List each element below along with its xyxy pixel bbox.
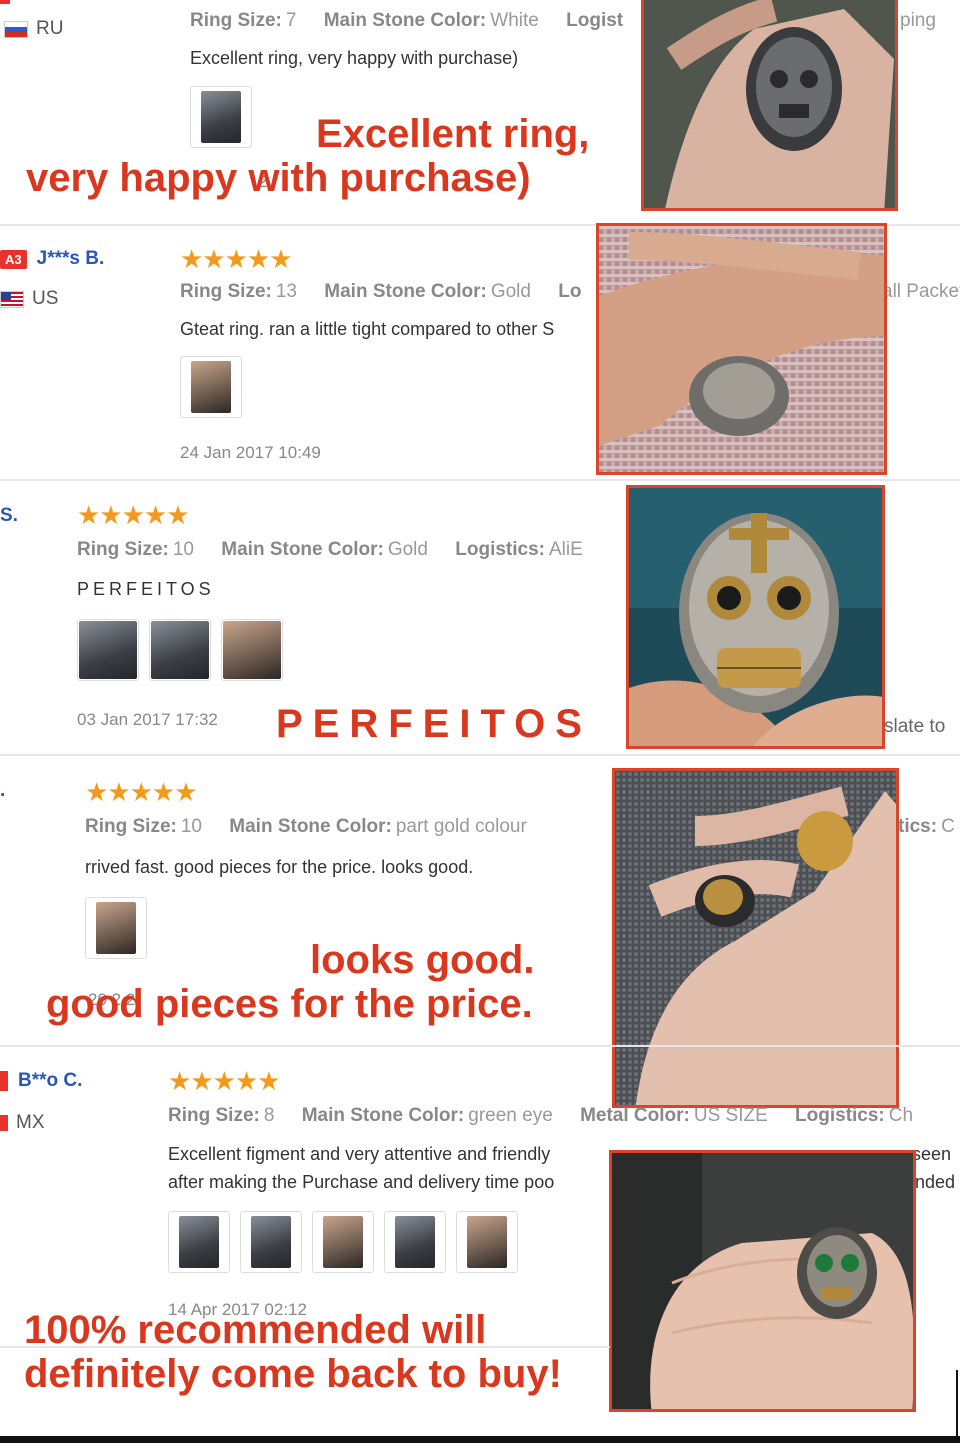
flag-ru-icon [4, 20, 28, 38]
level-badge: A3 [0, 249, 27, 269]
ring-photo-hand [612, 768, 899, 1108]
review-photo-thumbnail[interactable] [221, 619, 283, 681]
review-thumbnails [168, 1211, 518, 1273]
ring-photo-hand [596, 223, 887, 475]
review-divider [0, 1346, 610, 1348]
badge-fragment [0, 0, 10, 4]
ring-photo-hand [641, 0, 898, 211]
promo-caption-line: 100% recommended will [24, 1308, 487, 1352]
reviewer-name[interactable]: A3 J***s B. [0, 248, 104, 270]
review-thumbnails [85, 897, 147, 959]
logistics-label: tics: C [898, 816, 955, 837]
review-photo-thumbnail[interactable] [190, 86, 252, 148]
promo-caption-line: good pieces for the price. [46, 982, 533, 1026]
promo-caption-line: looks good. [310, 938, 535, 982]
review-text: Gteat ring. ran a little tight compared … [180, 319, 555, 339]
review-thumbnails [180, 356, 242, 418]
review-photo-thumbnail[interactable] [149, 619, 211, 681]
review-photo-thumbnail[interactable] [384, 1211, 446, 1273]
review-text: Excellent ring, very happy with purchase… [190, 48, 519, 68]
ring-photo-fist [609, 1150, 916, 1412]
bottom-edge-mark [956, 1370, 958, 1440]
reviewer-country: MX [0, 1112, 45, 1134]
reviewer-name[interactable]: S. [0, 505, 18, 527]
review-thumbnails [77, 619, 283, 681]
review-photo-thumbnail[interactable] [312, 1211, 374, 1273]
review-thumbnails [190, 86, 252, 148]
translate-link[interactable]: slate to [884, 716, 945, 738]
review-text-line-end: seen [912, 1144, 952, 1164]
flag-us-icon [0, 290, 24, 308]
reviewer-country: RU [4, 18, 63, 40]
review-text-line: after making the Purchase and delivery t… [168, 1172, 555, 1192]
promo-caption-line: definitely come back to buy! [24, 1352, 562, 1396]
review-attributes: Ring Size: 10 Main Stone Color: part gold … [85, 816, 527, 837]
reviewer-country: US [0, 288, 58, 310]
review-divider [0, 754, 960, 756]
reviewer-name[interactable]: . [0, 780, 5, 802]
rating-stars: ★★★★★ [77, 500, 190, 530]
review-photo-thumbnail[interactable] [240, 1211, 302, 1273]
skull-ring-photo [626, 485, 885, 749]
review-text: rrived fast. good pieces for the price. … [85, 857, 474, 877]
review-photo-thumbnail[interactable] [456, 1211, 518, 1273]
flag-mx-icon [0, 1115, 8, 1131]
promo-caption-line: Excellent ring, [316, 112, 590, 156]
rating-stars: ★★★★★ [168, 1066, 281, 1096]
level-badge [0, 1071, 8, 1091]
logistics-value: all Packet [882, 281, 960, 302]
review-text-line: Excellent figment and very attentive and… [168, 1144, 551, 1164]
review-attributes: Ring Size: 8 Main Stone Color: green eye M… [168, 1105, 914, 1126]
rating-stars: ★★★★★ [85, 777, 198, 807]
review-date: 03 Jan 2017 17:32 [77, 710, 218, 729]
review-attributes: Ring Size: 10 Main Stone Color: Gold Logis… [77, 539, 583, 560]
review-photo-thumbnail[interactable] [77, 619, 139, 681]
review-text: PERFEITOS [77, 579, 215, 599]
review-text-line-end: nded [915, 1172, 956, 1192]
review-photo-thumbnail[interactable] [85, 897, 147, 959]
review-photo-thumbnail[interactable] [168, 1211, 230, 1273]
promo-caption-line: PERFEITOS [276, 702, 592, 746]
rating-stars: ★★★★★ [180, 244, 293, 274]
review-date: 24 Jan 2017 10:49 [180, 443, 321, 462]
review-divider [0, 1045, 960, 1047]
promo-caption-line: very happy with purchase) [26, 156, 531, 200]
bottom-edge-bar [0, 1436, 960, 1443]
review-photo-thumbnail[interactable] [180, 356, 242, 418]
logistics-value: ping [900, 10, 936, 31]
reviewer-name[interactable]: B**o C. [0, 1070, 82, 1092]
review-attributes: Ring Size: 7 Main Stone Color: White Logis… [190, 10, 624, 31]
review-attributes: Ring Size: 13 Main Stone Color: Gold Lo [180, 281, 582, 302]
review-divider [0, 479, 960, 481]
